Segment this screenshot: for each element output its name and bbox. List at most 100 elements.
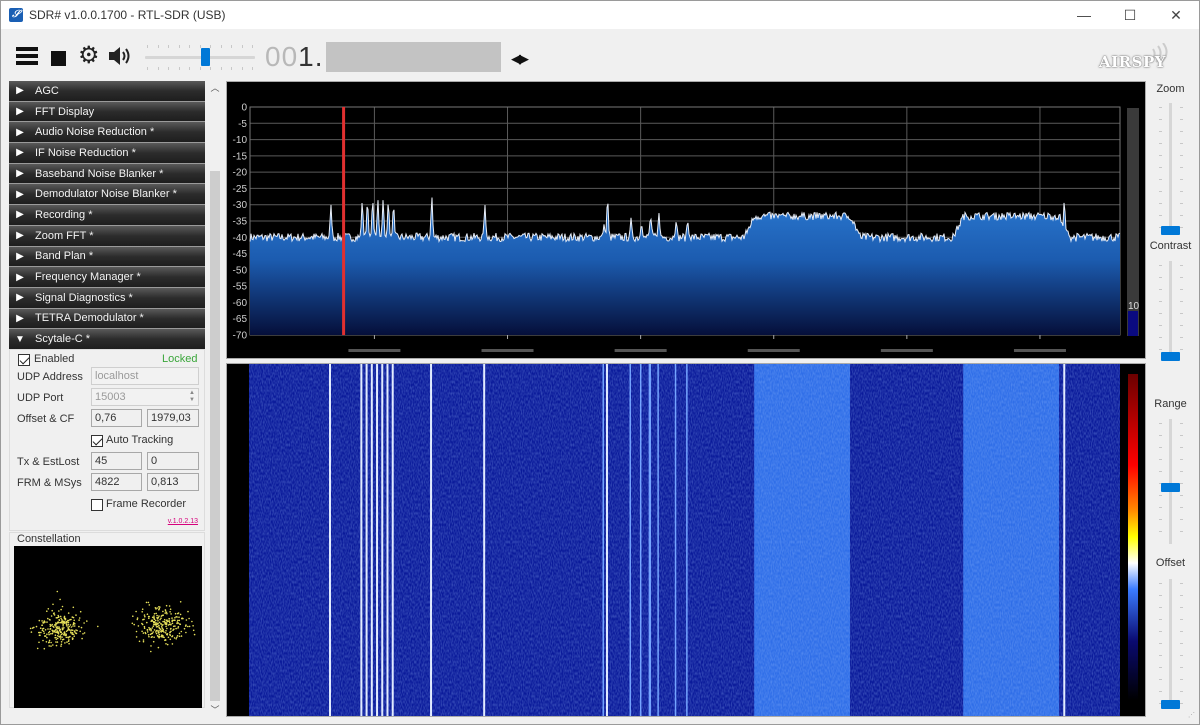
spinner-arrows-icon[interactable]: ▲ ▼ [187,390,197,404]
collapsed-arrow-icon: ▶ [16,209,24,221]
constellation-point [138,640,141,643]
zoom-slider[interactable] [1156,103,1186,235]
section-header-audio-noise-reduction[interactable]: ▶ Audio Noise Reduction * [9,122,205,144]
left-panel-scrollbar[interactable]: ︿ ﹀ [208,81,222,717]
signal-meter-fill [1128,311,1138,336]
waterfall-display[interactable] [226,363,1146,717]
constellation-point [166,633,169,635]
constellation-point [142,618,144,621]
volume-slider[interactable] [145,43,255,71]
version-link[interactable]: v.1.0.2.13 [168,518,198,525]
toolbar: ⚙ 001. ◀▶ AIRSPY [1,29,1199,81]
section-header-tetra-demodulator[interactable]: ▶ TETRA Demodulator * [9,308,205,330]
constellation-point [63,633,66,635]
scroll-down-icon[interactable]: ﹀ [208,703,222,717]
section-header-zoom-fft[interactable]: ▶ Zoom FFT * [9,225,205,247]
contrast-slider[interactable] [1156,261,1186,361]
constellation-point [55,625,57,627]
constellation-point [52,603,54,606]
constellation-point [82,633,84,635]
constellation-point [152,625,155,627]
frm-field[interactable]: 4822 [91,473,142,491]
waterfall-left-margin [227,364,249,716]
constellation-point [174,625,176,627]
frm-msys-label: FRM & MSys [17,477,82,489]
constellation-point [68,636,70,638]
constellation-point [159,628,162,630]
spectrum-plot[interactable]: 0 -5 -10 -15 -20 -25 -30 -35 -40 -45 -50 -55 -60 -65 -… [227,82,1145,358]
section-header-band-plan[interactable]: ▶ Band Plan * [9,246,205,268]
constellation-point [55,626,58,629]
tuned-frequency-marker[interactable] [342,107,346,335]
minimize-button[interactable]: — [1061,1,1107,29]
constellation-point [142,640,145,643]
constellation-point [144,631,147,634]
constellation-point [165,630,167,632]
maximize-button[interactable]: ☐ [1107,1,1153,29]
close-button[interactable]: ✕ [1153,1,1199,29]
scroll-up-icon[interactable]: ︿ [208,81,222,95]
resize-grip-icon[interactable]: ⋰ [1188,711,1196,719]
constellation-point [72,625,74,627]
constellation-point [153,613,156,615]
constellation-point [141,630,143,633]
constellation-point [169,638,172,641]
frequency-display[interactable]: 001. [265,42,324,72]
constellation-point [165,639,167,641]
frame-recorder-checkbox[interactable] [91,499,103,511]
offset-slider[interactable] [1156,579,1186,709]
section-header-fft-display[interactable]: ▶ FFT Display [9,101,205,123]
constellation-point [30,631,33,633]
udp-port-stepper[interactable]: 15003 ▲ ▼ [91,388,199,406]
cf-field[interactable]: 1979,03 [147,409,199,427]
speaker-icon[interactable] [107,45,133,67]
scrollbar-thumb[interactable] [210,171,220,701]
constellation-point [41,620,43,622]
constellation-point [158,635,161,638]
waterfall-plot[interactable] [227,364,1145,716]
constellation-point [157,620,159,622]
constellation-point [50,641,52,644]
spectrum-analyzer[interactable]: 0 -5 -10 -15 -20 -25 -30 -35 -40 -45 -50 -55 -60 -65 -… [226,81,1146,359]
stop-icon[interactable] [51,51,66,66]
y-tick-label: -45 [233,249,248,260]
volume-thumb[interactable] [200,48,210,66]
section-header-agc[interactable]: ▶ AGC [9,81,205,102]
constellation-point [142,632,145,634]
section-header-signal-diagnostics[interactable]: ▶ Signal Diagnostics * [9,287,205,309]
estlost-field[interactable]: 0 [147,452,199,470]
constellation-point [151,627,154,629]
gear-icon[interactable]: ⚙ [78,44,100,68]
constellation-point [150,636,153,638]
auto-tracking-checkbox[interactable] [91,435,103,447]
section-header-frequency-manager[interactable]: ▶ Frequency Manager * [9,267,205,288]
section-header-if-noise-reduction[interactable]: ▶ IF Noise Reduction * [9,143,205,164]
constellation-point [160,617,162,619]
constellation-point [97,625,99,628]
section-header-recording[interactable]: ▶ Recording * [9,205,205,226]
constellation-point [73,635,75,637]
enabled-checkbox[interactable] [18,354,30,366]
constellation-point [83,632,86,634]
constellation-point [69,618,71,621]
contrast-label: Contrast [1149,240,1192,252]
constellation-point [66,641,68,643]
constellation-point [73,625,76,627]
msys-field[interactable]: 0,813 [147,473,199,491]
section-header-scytale-c[interactable]: ▼ Scytale-C * [9,329,205,350]
section-header-baseband-noise-blanker[interactable]: ▶ Baseband Noise Blanker * [9,163,205,185]
section-label: Frequency Manager * [35,271,141,284]
frequency-leading-zeros: 00 [265,41,299,72]
tx-field[interactable]: 45 [91,452,142,470]
collapsed-arrow-icon: ▶ [16,250,24,262]
tune-arrows-icon[interactable]: ◀▶ [511,51,529,67]
hamburger-menu-icon[interactable] [16,47,38,65]
constellation-point [177,619,179,622]
section-header-demodulator-noise-blanker[interactable]: ▶ Demodulator Noise Blanker * [9,184,205,206]
range-slider[interactable] [1156,419,1186,544]
y-tick-label: -5 [238,119,247,130]
offset-field[interactable]: 0,76 [91,409,142,427]
constellation-point [80,626,83,629]
udp-address-field[interactable]: localhost [91,367,199,385]
constellation-point [142,639,145,641]
